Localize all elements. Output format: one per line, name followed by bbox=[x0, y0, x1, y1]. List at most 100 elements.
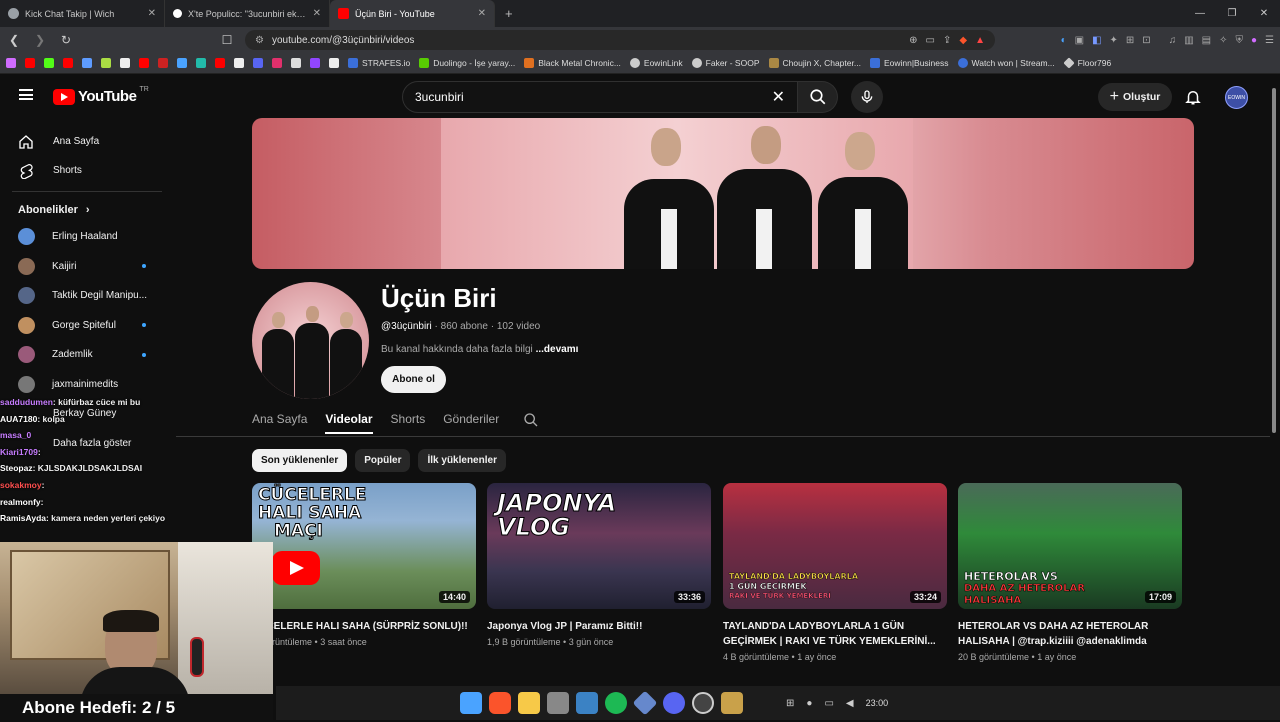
video-card[interactable]: TAYLAND'DA LADYBOYLARLA 1 GÜN GEÇİRMEK R… bbox=[723, 483, 947, 662]
bookmark-icon[interactable] bbox=[82, 58, 92, 68]
bookmark-icon[interactable] bbox=[310, 58, 320, 68]
discord-icon[interactable] bbox=[662, 692, 685, 714]
subscription-item[interactable]: Gorge Spiteful bbox=[0, 311, 170, 341]
launcher-icon[interactable] bbox=[720, 692, 743, 714]
voice-search-button[interactable] bbox=[851, 81, 883, 113]
bookmark-icon[interactable] bbox=[196, 58, 206, 68]
bookmark-item[interactable]: Floor796 bbox=[1062, 57, 1111, 69]
bookmark-item[interactable]: Watch won | Stream... bbox=[957, 58, 1055, 68]
new-tab-button[interactable]: + bbox=[495, 6, 523, 21]
bookmark-icon[interactable] bbox=[25, 58, 35, 68]
tray-apps-icon[interactable]: ⊞ bbox=[786, 698, 794, 709]
windows-icon[interactable] bbox=[459, 692, 482, 714]
bookmark-item[interactable]: Choujin X, Chapter... bbox=[768, 58, 861, 68]
volume-icon[interactable]: ◀ bbox=[846, 698, 854, 709]
bookmark-icon[interactable] bbox=[253, 58, 263, 68]
clear-search-icon[interactable]: ✕ bbox=[772, 87, 785, 107]
photos-icon[interactable] bbox=[575, 692, 598, 714]
obs-icon[interactable] bbox=[691, 692, 714, 714]
video-thumbnail[interactable]: JAPONYA VLOG 33:36 bbox=[487, 483, 711, 609]
wallet-icon[interactable]: ▤ bbox=[1202, 35, 1211, 46]
account-avatar[interactable]: EOWIN bbox=[1225, 86, 1248, 109]
reload-icon[interactable]: ↻ bbox=[58, 33, 74, 47]
bookmark-item[interactable]: STRAFES.io bbox=[348, 58, 410, 68]
app-icon[interactable] bbox=[632, 690, 657, 716]
create-button[interactable]: + Oluştur bbox=[1098, 83, 1172, 111]
chip-popular[interactable]: Popüler bbox=[355, 449, 411, 472]
sidebar-item-shorts[interactable]: Shorts bbox=[0, 156, 170, 185]
bookmark-icon[interactable] bbox=[215, 58, 225, 68]
site-info-icon[interactable]: ⚙ bbox=[255, 35, 264, 46]
extension-icon[interactable]: ✦ bbox=[1110, 35, 1118, 46]
bookmark-icon[interactable] bbox=[6, 58, 16, 68]
notifications-bell-icon[interactable] bbox=[1184, 87, 1202, 107]
video-card[interactable]: HETEROLAR VS DAHA AZ HETEROLAR HALISAHA … bbox=[958, 483, 1182, 662]
search-button[interactable] bbox=[798, 81, 838, 113]
tab-posts[interactable]: Gönderiler bbox=[443, 405, 499, 434]
menu-icon[interactable]: ☰ bbox=[1265, 35, 1274, 46]
subscriptions-header[interactable]: Abonelikler › bbox=[0, 192, 170, 222]
channel-description[interactable]: Bu kanal hakkında daha fazla bilgi ...de… bbox=[381, 344, 578, 355]
close-tab-icon[interactable]: ✕ bbox=[478, 8, 486, 19]
youtube-logo[interactable]: YouTube TR bbox=[53, 86, 149, 105]
music-icon[interactable]: ♫ bbox=[1169, 35, 1177, 46]
restore-icon[interactable]: ❐ bbox=[1216, 0, 1248, 27]
chip-oldest[interactable]: İlk yüklenenler bbox=[418, 449, 506, 472]
spotify-icon[interactable] bbox=[604, 692, 627, 714]
sidebar-icon[interactable]: ▥ bbox=[1184, 35, 1193, 46]
bookmark-icon[interactable] bbox=[120, 58, 130, 68]
minimize-icon[interactable]: — bbox=[1184, 0, 1216, 27]
zoom-icon[interactable]: ⊕ bbox=[909, 35, 917, 46]
bookmark-icon[interactable] bbox=[63, 58, 73, 68]
extension-icon[interactable]: ✧ bbox=[1219, 35, 1227, 46]
video-thumbnail[interactable]: TAYLAND'DA LADYBOYLARLA 1 GÜN GEÇİRMEK R… bbox=[723, 483, 947, 609]
tab-videos[interactable]: Videolar bbox=[325, 405, 373, 434]
brave-icon[interactable] bbox=[488, 692, 511, 714]
video-title[interactable]: TAYLAND'DA LADYBOYLARLA 1 GÜN GEÇİRMEK | … bbox=[723, 619, 947, 649]
bookmark-item[interactable]: Duolingo - İşe yaray... bbox=[419, 58, 515, 68]
bookmark-item[interactable]: Eowinn|Business bbox=[869, 58, 949, 68]
guide-menu-icon[interactable] bbox=[19, 89, 33, 100]
video-card[interactable]: JAPONYA VLOG 33:36 Japonya Vlog JP | Par… bbox=[487, 483, 711, 647]
bookmark-icon[interactable] bbox=[272, 58, 282, 68]
video-title[interactable]: HETEROLAR VS DAHA AZ HETEROLAR HALISAHA |… bbox=[958, 619, 1182, 649]
extension-icon[interactable]: ⊞ bbox=[1126, 35, 1134, 46]
bookmark-icon[interactable] bbox=[329, 58, 339, 68]
subscription-item[interactable]: Taktik Degil Manipu... bbox=[0, 281, 170, 311]
bookmark-icon[interactable] bbox=[158, 58, 168, 68]
video-title[interactable]: CÜCELERLE HALI SAHA (SÜRPRİZ SONLU)!! bbox=[252, 619, 476, 634]
video-thumbnail[interactable]: HETEROLAR VS DAHA AZ HETEROLAR HALISAHA … bbox=[958, 483, 1182, 609]
extension-icon[interactable]: ◐ bbox=[1061, 35, 1067, 46]
video-card[interactable]: CÜCELERLE HALI SAHA MAÇI 14:40 CÜCELERLE… bbox=[252, 483, 476, 647]
sidebar-item-home[interactable]: Ana Sayfa bbox=[0, 127, 170, 156]
more-link[interactable]: ...devamı bbox=[536, 344, 579, 355]
tool-icon[interactable] bbox=[546, 692, 569, 714]
url-field[interactable]: ⚙ youtube.com/@3üçünbiri/videos ⊕ ▭ ⇪ ◆ … bbox=[245, 30, 995, 50]
extension-icon[interactable]: ▣ bbox=[1075, 35, 1084, 46]
extension-icon[interactable]: ⊡ bbox=[1142, 35, 1150, 46]
subscription-item[interactable]: Kaijiri bbox=[0, 252, 170, 282]
folder-icon[interactable] bbox=[517, 692, 540, 714]
bookmark-icon[interactable] bbox=[177, 58, 187, 68]
bookmark-item[interactable]: Faker - SOOP bbox=[691, 58, 760, 68]
close-tab-icon[interactable]: ✕ bbox=[148, 8, 156, 19]
cast-icon[interactable]: ▭ bbox=[926, 35, 935, 46]
video-thumbnail[interactable]: CÜCELERLE HALI SAHA MAÇI 14:40 bbox=[252, 483, 476, 609]
video-title[interactable]: Japonya Vlog JP | Paramız Bitti!! bbox=[487, 619, 711, 634]
subscription-item[interactable]: Erling Haaland bbox=[0, 222, 170, 252]
bookmark-icon[interactable] bbox=[139, 58, 149, 68]
bookmark-icon[interactable] bbox=[291, 58, 301, 68]
scrollbar-thumb[interactable] bbox=[1272, 88, 1276, 433]
tab-shorts[interactable]: Shorts bbox=[391, 405, 426, 434]
bookmark-icon[interactable] bbox=[101, 58, 111, 68]
bookmark-icon[interactable] bbox=[44, 58, 54, 68]
subscription-item[interactable]: Zademlik bbox=[0, 340, 170, 370]
rewards-icon[interactable]: ▲ bbox=[975, 35, 985, 46]
bookmark-page-icon[interactable]: ☐ bbox=[219, 33, 235, 47]
mic-tray-icon[interactable]: ● bbox=[806, 698, 812, 709]
extension-icon[interactable]: ◧ bbox=[1092, 35, 1101, 46]
bookmark-icon[interactable] bbox=[234, 58, 244, 68]
forward-icon[interactable]: ❯ bbox=[32, 33, 48, 47]
network-icon[interactable]: ▭ bbox=[824, 698, 833, 709]
close-tab-icon[interactable]: ✕ bbox=[313, 8, 321, 19]
